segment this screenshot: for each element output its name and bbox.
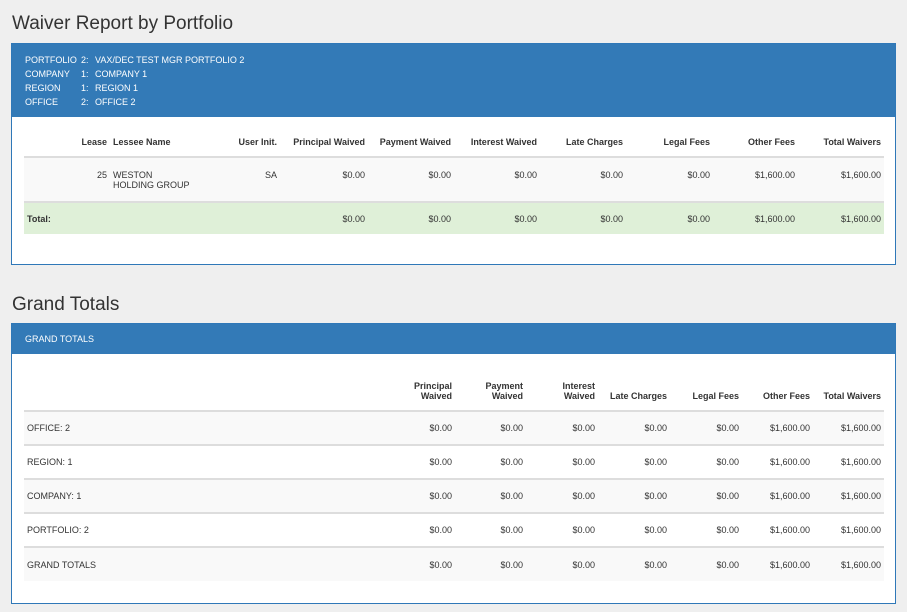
grand-totals-table: Principal Waived Payment Waived Interest Wa… bbox=[24, 376, 884, 581]
table-row: PORTFOLIO: 2 $0.00 $0.00 $0.00 $0.00 $0.… bbox=[24, 513, 884, 548]
header-company: COMPANY 1: COMPANY 1 bbox=[25, 69, 148, 79]
grand-totals-panel: GRAND TOTALS Principal Waived Payment Waiv… bbox=[11, 323, 896, 604]
grand-header-row: Principal Waived Payment Waived Interest Wa… bbox=[24, 376, 884, 412]
col-principal: Principal Waived bbox=[280, 137, 368, 158]
total-row: Total: $0.00 $0.00 $0.00 $0.00 $0.00 $1,… bbox=[24, 202, 884, 234]
gcol-other: Other Fees bbox=[742, 376, 813, 412]
col-payment: Payment Waived bbox=[368, 137, 454, 158]
portfolio-header: PORTFOLIO 2: VAX/DEC TEST MGR PORTFOLIO 2 … bbox=[12, 44, 895, 117]
gcol-total: Total Waivers bbox=[813, 376, 884, 412]
col-legal: Legal Fees bbox=[626, 137, 713, 158]
header-office: OFFICE 2: OFFICE 2 bbox=[25, 97, 136, 107]
col-late: Late Charges bbox=[540, 137, 626, 158]
grand-totals-title: Grand Totals bbox=[12, 294, 120, 315]
header-region: REGION 1: REGION 1 bbox=[25, 83, 139, 93]
report-title: Waiver Report by Portfolio bbox=[12, 13, 234, 34]
table-row: GRAND TOTALS $0.00 $0.00 $0.00 $0.00 $0.… bbox=[24, 547, 884, 581]
col-interest: Interest Waived bbox=[454, 137, 540, 158]
gcol-payment: Payment Waived bbox=[455, 376, 526, 412]
gcol-late: Late Charges bbox=[598, 376, 670, 412]
table-row: 25 WESTON HOLDING GROUP SA $0.00 $0.00 $0… bbox=[24, 157, 884, 202]
gcol-principal: Principal Waived bbox=[383, 376, 455, 412]
table-row: OFFICE: 2 $0.00 $0.00 $0.00 $0.00 $0.00 … bbox=[24, 411, 884, 446]
gcol-interest: Interest Waived bbox=[526, 376, 598, 412]
header-portfolio: PORTFOLIO 2: VAX/DEC TEST MGR PORTFOLIO 2 bbox=[25, 55, 245, 65]
gcol-legal: Legal Fees bbox=[670, 376, 742, 412]
col-lessee: Lessee Name bbox=[110, 137, 220, 158]
col-user: User Init. bbox=[220, 137, 280, 158]
grand-totals-header: GRAND TOTALS bbox=[12, 324, 895, 354]
table-row: COMPANY: 1 $0.00 $0.00 $0.00 $0.00 $0.00… bbox=[24, 479, 884, 514]
col-total: Total Waivers bbox=[798, 137, 884, 158]
col-other: Other Fees bbox=[713, 137, 798, 158]
col-lease: Lease bbox=[24, 137, 110, 158]
waiver-table: Lease Lessee Name User Init. Principal W… bbox=[24, 137, 884, 234]
table-row: REGION: 1 $0.00 $0.00 $0.00 $0.00 $0.00 … bbox=[24, 445, 884, 480]
table-header-row: Lease Lessee Name User Init. Principal W… bbox=[24, 137, 884, 158]
portfolio-panel: PORTFOLIO 2: VAX/DEC TEST MGR PORTFOLIO 2 … bbox=[11, 43, 896, 265]
